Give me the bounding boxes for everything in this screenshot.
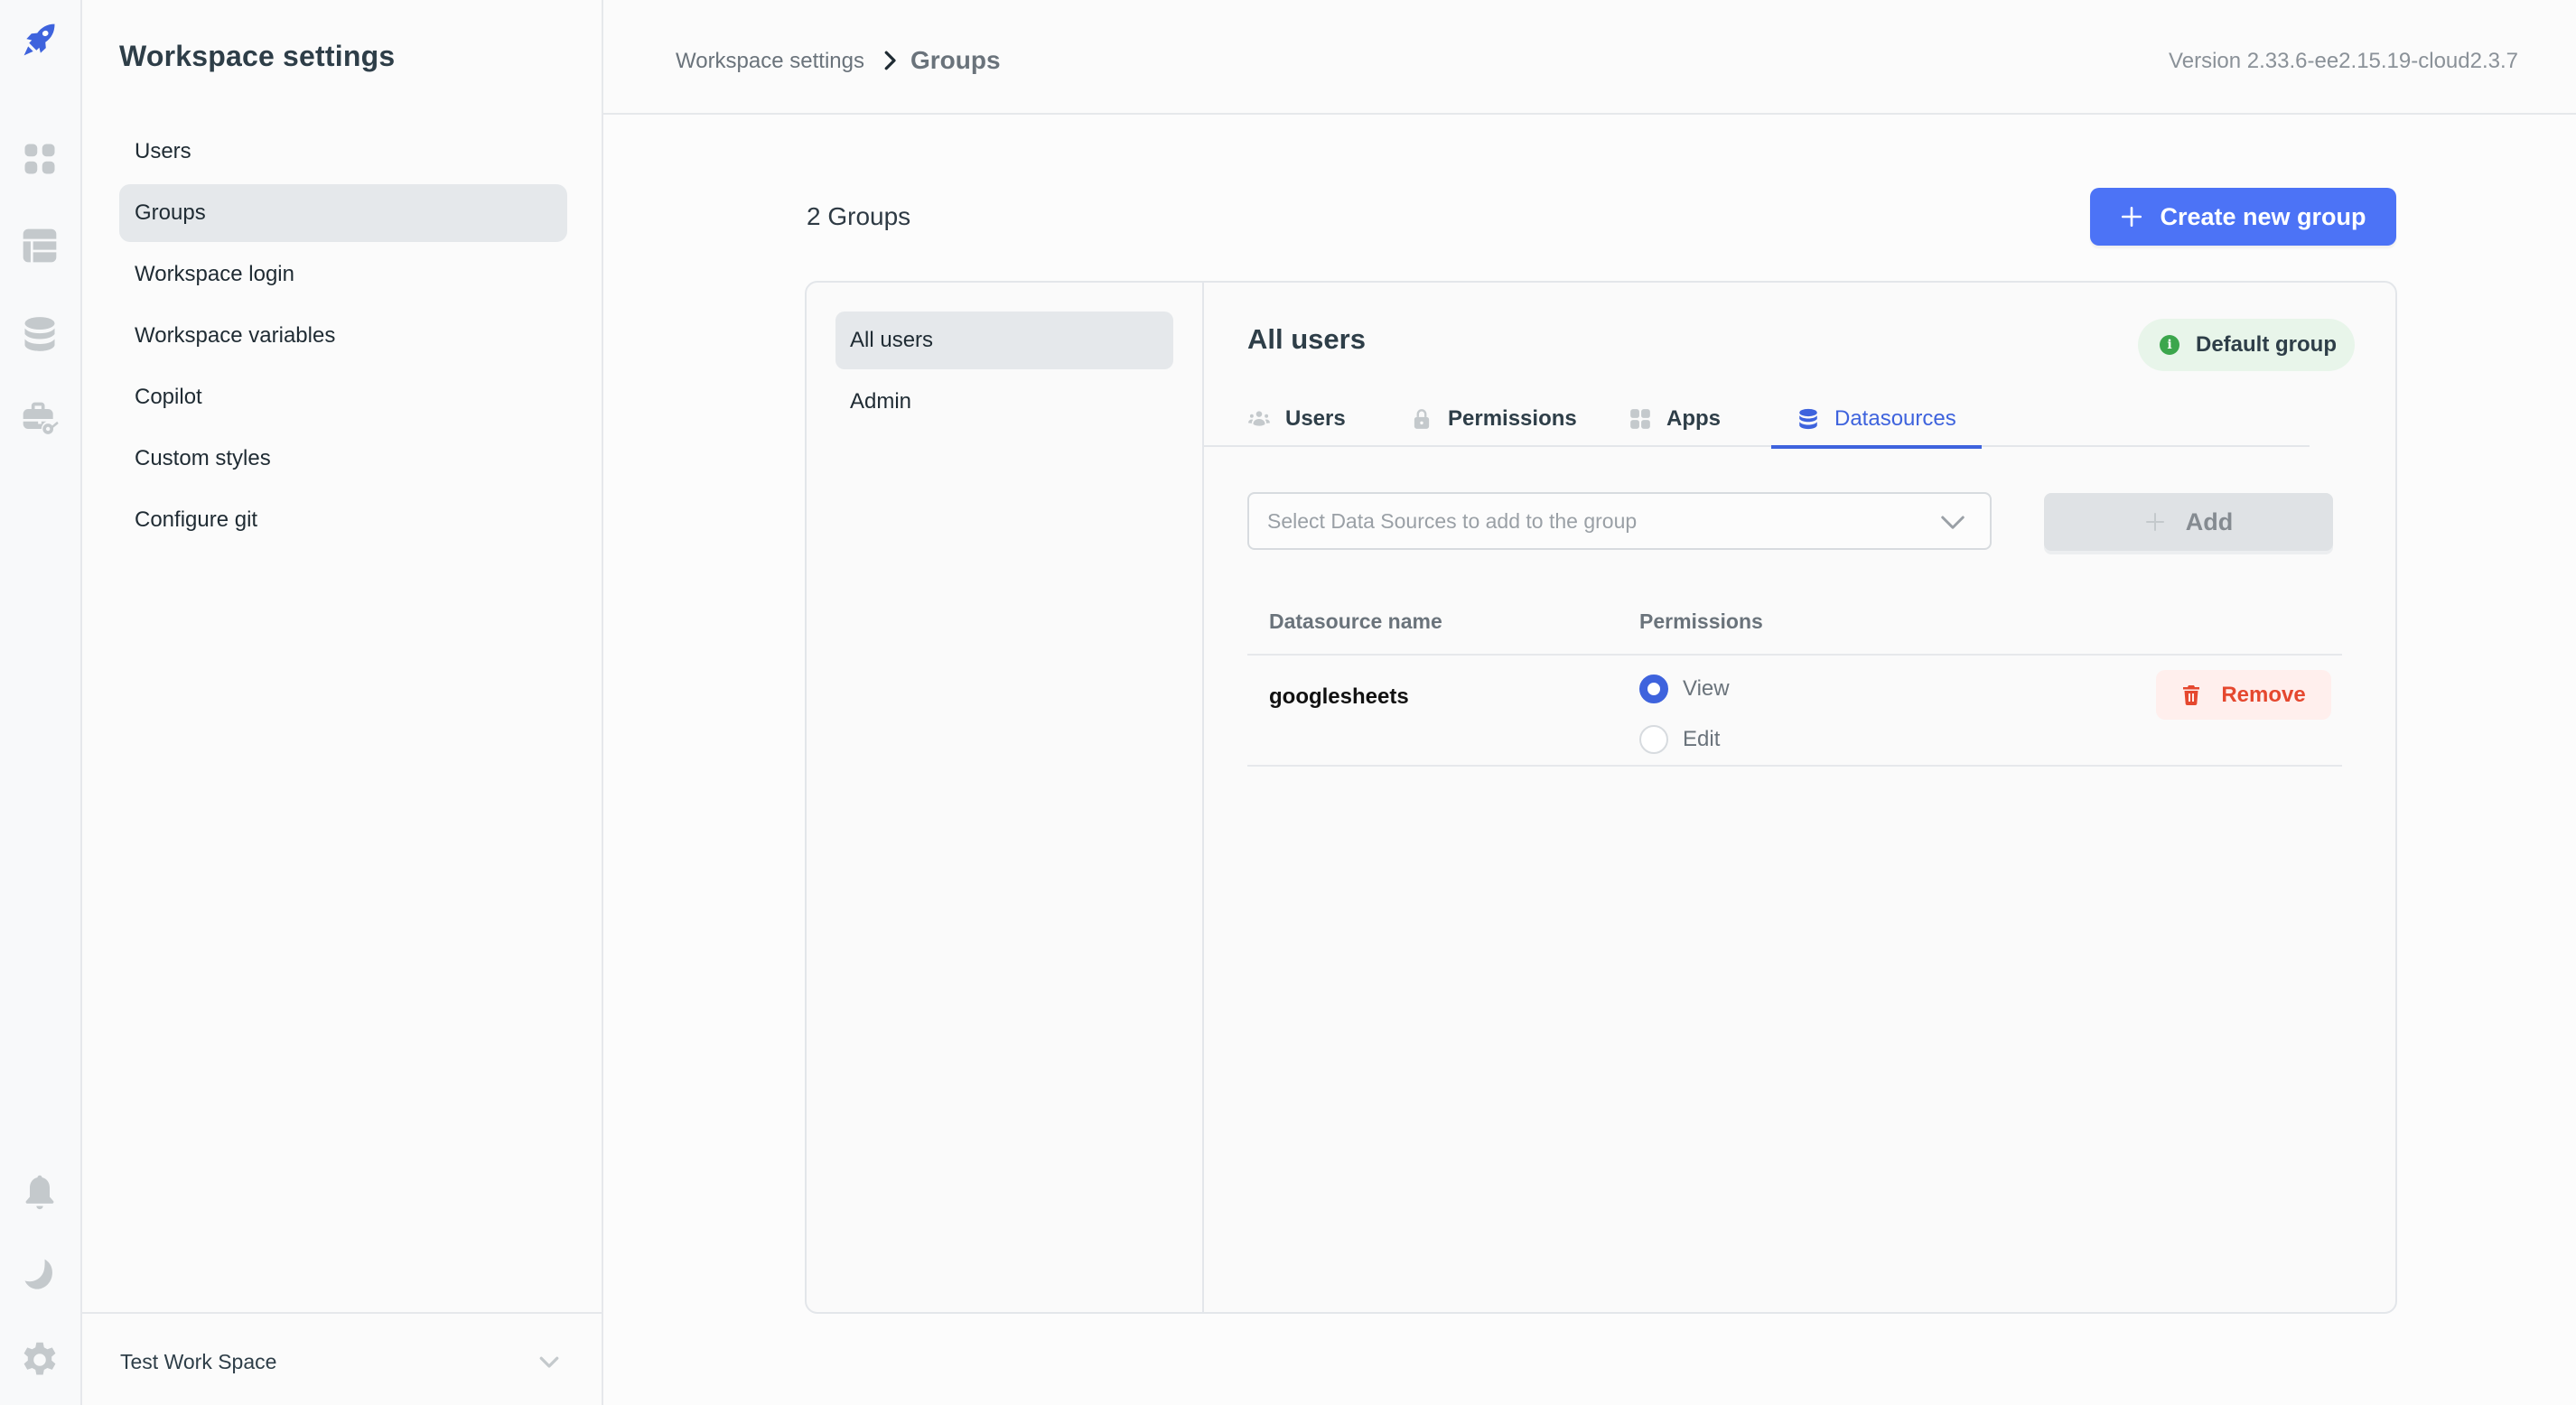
tab-permissions[interactable]: Permissions <box>1410 391 1577 447</box>
moon-icon[interactable] <box>18 1253 61 1297</box>
left-rail <box>0 0 82 1405</box>
datasource-select-placeholder: Select Data Sources to add to the group <box>1267 508 1638 533</box>
remove-label: Remove <box>2221 682 2306 707</box>
header-divider <box>1247 654 2342 656</box>
database-icon[interactable] <box>18 312 61 356</box>
plus-icon <box>2145 513 2164 531</box>
settings-sidebar: Workspace settings Users Groups Workspac… <box>82 0 603 1405</box>
group-item-admin[interactable]: Admin <box>835 373 1173 431</box>
workspace-switcher[interactable]: Test Work Space <box>82 1312 602 1405</box>
plus-icon <box>2122 206 2142 228</box>
breadcrumb-workspace-settings[interactable]: Workspace settings <box>676 49 864 74</box>
group-detail: All users i Default group Users Permissi… <box>1204 283 2395 1312</box>
tab-users[interactable]: Users <box>1247 391 1346 447</box>
tab-datasources[interactable]: Datasources <box>1771 391 1982 449</box>
permission-view-label: View <box>1683 676 1730 701</box>
breadcrumb-current: Groups <box>910 46 1001 74</box>
chevron-down-icon <box>539 1356 559 1368</box>
sidebar-item-workspace-variables[interactable]: Workspace variables <box>119 307 567 365</box>
lock-icon <box>1414 409 1430 429</box>
datasource-select[interactable]: Select Data Sources to add to the group <box>1247 492 1992 550</box>
tab-apps-label: Apps <box>1666 406 1721 431</box>
group-item-all-users[interactable]: All users <box>835 312 1173 369</box>
page-header: Workspace settings Groups Version 2.33.6… <box>603 0 2576 115</box>
permission-view-radio[interactable]: View <box>1639 675 1730 703</box>
workflow-key-icon[interactable] <box>18 397 61 441</box>
group-title: All users <box>1247 323 1366 355</box>
tab-datasources-label: Datasources <box>1834 406 1956 431</box>
users-icon <box>1248 411 1270 426</box>
sidebar-item-copilot[interactable]: Copilot <box>119 368 567 426</box>
tab-apps[interactable]: Apps <box>1629 391 1721 447</box>
column-header-datasource-name: Datasource name <box>1269 609 1442 633</box>
database-icon <box>1799 408 1817 430</box>
table-icon[interactable] <box>18 224 61 267</box>
remove-datasource-button[interactable]: Remove <box>2156 670 2331 720</box>
tab-users-label: Users <box>1285 406 1346 431</box>
sidebar-item-users[interactable]: Users <box>119 123 567 181</box>
sidebar-title: Workspace settings <box>119 40 396 72</box>
chevron-down-icon <box>1941 516 1965 529</box>
tab-permissions-label: Permissions <box>1448 406 1577 431</box>
sidebar-item-workspace-login[interactable]: Workspace login <box>119 246 567 303</box>
apps-grid-icon <box>1630 409 1650 429</box>
default-group-badge: i Default group <box>2138 319 2355 371</box>
gear-icon[interactable] <box>18 1338 61 1382</box>
groups-count: 2 Groups <box>807 202 911 230</box>
workspace-name: Test Work Space <box>120 1350 277 1373</box>
datasource-name: googlesheets <box>1269 684 1409 709</box>
info-icon: i <box>2160 335 2179 355</box>
permission-edit-radio[interactable]: Edit <box>1639 725 1720 754</box>
add-datasource-button[interactable]: Add <box>2044 493 2333 551</box>
version-label: Version 2.33.6-ee2.15.19-cloud2.3.7 <box>2169 49 2518 73</box>
row-divider <box>1247 765 2342 767</box>
default-group-label: Default group <box>2196 332 2337 357</box>
rocket-logo-icon[interactable] <box>18 18 61 61</box>
radio-unchecked[interactable] <box>1639 725 1668 754</box>
chevron-right-icon <box>884 51 896 70</box>
group-list: All users Admin <box>807 283 1204 1312</box>
radio-checked[interactable] <box>1639 675 1668 703</box>
create-new-group-button[interactable]: Create new group <box>2090 188 2396 246</box>
create-new-group-label: Create new group <box>2160 202 2366 230</box>
trash-icon <box>2183 684 2200 705</box>
add-label: Add <box>2185 507 2234 535</box>
groups-panel: All users Admin All users i Default grou… <box>805 281 2397 1314</box>
bell-icon[interactable] <box>18 1170 61 1214</box>
sidebar-item-custom-styles[interactable]: Custom styles <box>119 430 567 488</box>
group-tabs: Users Permissions Apps Datasources <box>1204 391 2310 449</box>
apps-grid-icon[interactable] <box>18 137 61 181</box>
sidebar-item-configure-git[interactable]: Configure git <box>119 491 567 549</box>
permission-edit-label: Edit <box>1683 727 1721 751</box>
sidebar-item-groups[interactable]: Groups <box>119 184 567 242</box>
column-header-permissions: Permissions <box>1639 609 1763 633</box>
